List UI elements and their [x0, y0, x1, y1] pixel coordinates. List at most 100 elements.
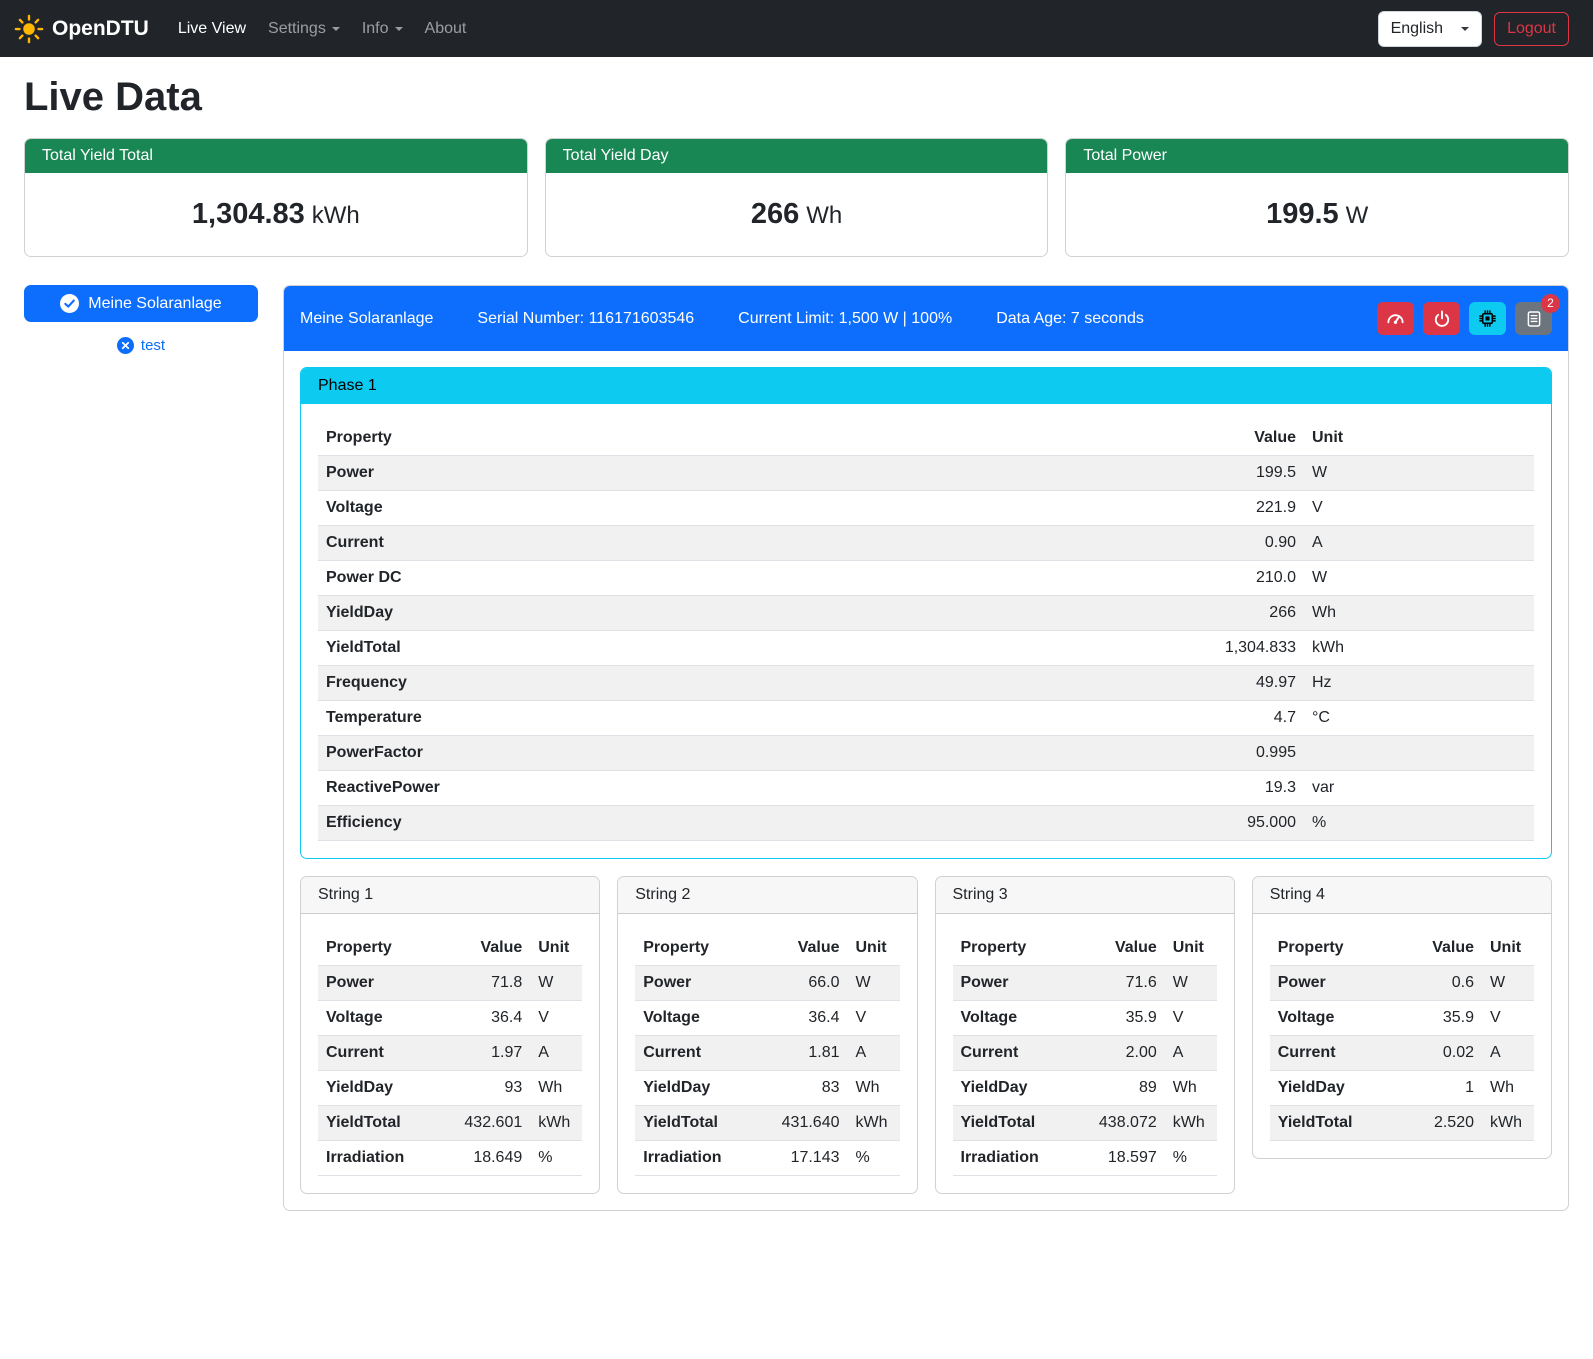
navbar: OpenDTU Live View Settings Info About En…	[0, 0, 1593, 57]
event-log-button[interactable]: 2	[1515, 302, 1552, 335]
table-row: Voltage 36.4 V	[635, 1001, 899, 1036]
inverter-item-selected[interactable]: Meine Solaranlage	[24, 285, 258, 322]
unit-cell: V	[1482, 1001, 1534, 1036]
table-row: Current 0.02 A	[1270, 1036, 1534, 1071]
inverter-limit: Current Limit: 1,500 W | 100%	[738, 310, 952, 328]
string-card-body: Property Value Unit Power	[301, 914, 599, 1193]
table-row: Frequency 49.97 Hz	[318, 666, 1534, 701]
table-row: YieldTotal 2.520 kWh	[1270, 1106, 1534, 1141]
language-select[interactable]: English	[1378, 11, 1482, 47]
property-cell: YieldDay	[635, 1071, 761, 1106]
value-cell: 0.6	[1396, 966, 1482, 1001]
string-table: Property Value Unit Power	[635, 931, 899, 1176]
summary-row: Total Yield Total 1,304.83kWh Total Yiel…	[24, 138, 1569, 257]
column-header-property: Property	[318, 421, 908, 456]
property-cell: YieldTotal	[635, 1106, 761, 1141]
inverter-serial: Serial Number: 116171603546	[477, 310, 694, 328]
table-row: Power 0.6 W	[1270, 966, 1534, 1001]
unit-cell: kWh	[1165, 1106, 1217, 1141]
table-row: Power 66.0 W	[635, 966, 899, 1001]
summary-card-total-yield-total: Total Yield Total 1,304.83kWh	[24, 138, 528, 257]
column-header-value: Value	[762, 931, 848, 966]
summary-unit: Wh	[806, 202, 842, 229]
property-cell: Voltage	[318, 491, 908, 526]
table-row: Temperature 4.7 °C	[318, 701, 1534, 736]
table-row: Voltage 36.4 V	[318, 1001, 582, 1036]
unit-cell: kWh	[530, 1106, 582, 1141]
unit-cell: W	[1165, 966, 1217, 1001]
property-cell: Voltage	[953, 1001, 1079, 1036]
device-info-button[interactable]	[1469, 302, 1506, 335]
unit-cell: W	[1482, 966, 1534, 1001]
column-header-property: Property	[318, 931, 444, 966]
phase-card-body: Property Value Unit Power	[301, 404, 1551, 858]
power-control-button[interactable]	[1423, 302, 1460, 335]
power-icon	[1433, 310, 1451, 328]
unit-cell: kWh	[1482, 1106, 1534, 1141]
table-row: YieldDay 266 Wh	[318, 596, 1534, 631]
property-cell: Frequency	[318, 666, 908, 701]
value-cell: 1.81	[762, 1036, 848, 1071]
inverter-panel-body: Phase 1 Property Value Unit	[284, 351, 1568, 1210]
value-cell: 431.640	[762, 1106, 848, 1141]
value-cell: 1.97	[444, 1036, 530, 1071]
value-cell: 0.90	[908, 526, 1304, 561]
table-row: YieldTotal 432.601 kWh	[318, 1106, 582, 1141]
table-row: Voltage 221.9 V	[318, 491, 1534, 526]
property-cell: Current	[318, 526, 908, 561]
table-row: YieldDay 93 Wh	[318, 1071, 582, 1106]
summary-card-title: Total Yield Total	[25, 139, 527, 173]
value-cell: 438.072	[1079, 1106, 1165, 1141]
brand[interactable]: OpenDTU	[14, 14, 149, 44]
property-cell: Current	[318, 1036, 444, 1071]
inverter-actions: 2	[1377, 302, 1552, 335]
value-cell: 35.9	[1079, 1001, 1165, 1036]
inverter-item-label: test	[141, 337, 165, 354]
logout-button[interactable]: Logout	[1494, 12, 1569, 46]
property-cell: Power	[318, 456, 908, 491]
table-row: Irradiation 18.597 %	[953, 1141, 1217, 1176]
string-table: Property Value Unit Power	[1270, 931, 1534, 1141]
property-cell: Power	[318, 966, 444, 1001]
string-title: String 1	[301, 877, 599, 914]
table-row: Power 71.8 W	[318, 966, 582, 1001]
table-row: YieldTotal 431.640 kWh	[635, 1106, 899, 1141]
unit-cell: A	[848, 1036, 900, 1071]
nav-item-settings[interactable]: Settings	[257, 12, 351, 46]
table-row: Voltage 35.9 V	[1270, 1001, 1534, 1036]
string-table: Property Value Unit Power	[318, 931, 582, 1176]
inverter-name: Meine Solaranlage	[300, 310, 433, 328]
table-row: Voltage 35.9 V	[953, 1001, 1217, 1036]
table-row: Current 0.90 A	[318, 526, 1534, 561]
value-cell: 2.00	[1079, 1036, 1165, 1071]
string-card-body: Property Value Unit Power	[936, 914, 1234, 1193]
unit-cell: kWh	[848, 1106, 900, 1141]
value-cell: 18.649	[444, 1141, 530, 1176]
unit-cell: W	[848, 966, 900, 1001]
property-cell: Voltage	[1270, 1001, 1396, 1036]
nav-item-live-view[interactable]: Live View	[167, 12, 257, 46]
content-row: Meine Solaranlage test Meine Solaranlage…	[24, 285, 1569, 1211]
nav-item-info[interactable]: Info	[351, 12, 414, 46]
property-cell: Voltage	[635, 1001, 761, 1036]
summary-unit: W	[1346, 202, 1369, 229]
unit-cell: %	[1165, 1141, 1217, 1176]
summary-unit: kWh	[312, 202, 360, 229]
unit-cell: Wh	[1304, 596, 1534, 631]
value-cell: 1	[1396, 1071, 1482, 1106]
value-cell: 0.02	[1396, 1036, 1482, 1071]
property-cell: Power	[635, 966, 761, 1001]
nav-item-about[interactable]: About	[414, 12, 478, 46]
string-title: String 2	[618, 877, 916, 914]
summary-value: 199.5	[1266, 198, 1339, 230]
unit-cell: %	[848, 1141, 900, 1176]
inverter-item-test[interactable]: test	[24, 337, 258, 354]
value-cell: 71.6	[1079, 966, 1165, 1001]
phase-table: Property Value Unit Power	[318, 421, 1534, 841]
property-cell: PowerFactor	[318, 736, 908, 771]
property-cell: YieldTotal	[953, 1106, 1079, 1141]
value-cell: 0.995	[908, 736, 1304, 771]
value-cell: 199.5	[908, 456, 1304, 491]
limit-settings-button[interactable]	[1377, 302, 1414, 335]
table-row: Irradiation 17.143 %	[635, 1141, 899, 1176]
